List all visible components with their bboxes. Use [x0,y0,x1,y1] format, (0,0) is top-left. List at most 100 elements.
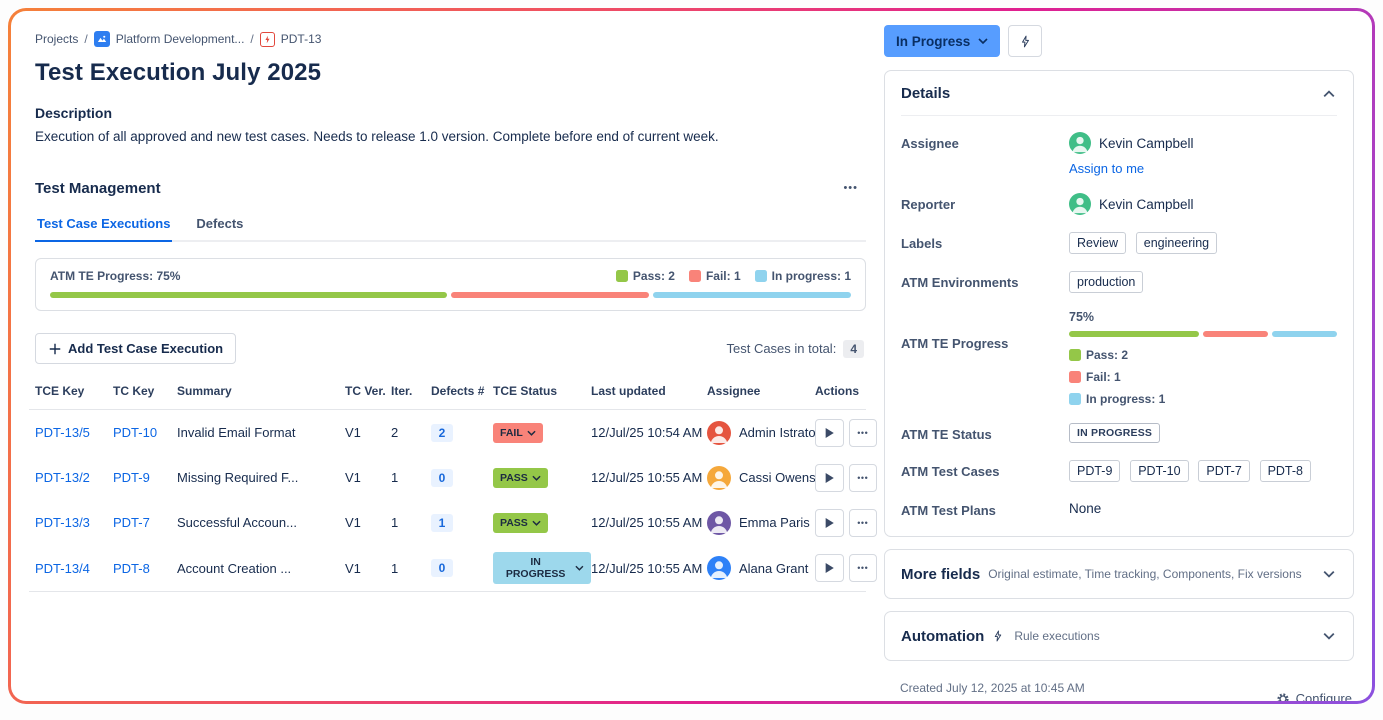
test-case-chip[interactable]: PDT-8 [1260,460,1311,482]
more-fields-panel[interactable]: More fields Original estimate, Time trac… [884,549,1354,599]
col-tce-status: TCE Status [493,384,591,398]
row-more-button[interactable]: ••• [849,509,878,537]
automation-bolt-button[interactable] [1008,25,1042,57]
breadcrumb: Projects / Platform Development... / PDT… [35,31,866,47]
more-fields-summary: Original estimate, Time tracking, Compon… [988,567,1313,581]
summary-cell: Successful Accoun... [177,515,345,530]
defects-count-badge[interactable]: 0 [431,469,453,487]
automation-summary: Rule executions [1014,629,1313,643]
test-management-more-button[interactable]: ••• [837,178,864,198]
tc-key-link[interactable]: PDT-9 [113,470,177,485]
test-case-chip[interactable]: PDT-10 [1130,460,1188,482]
chevron-down-icon [532,475,541,481]
row-more-button[interactable]: ••• [849,464,878,492]
automation-panel[interactable]: Automation Rule executions [884,611,1354,661]
run-test-button[interactable] [815,419,844,447]
issue-status-dropdown[interactable]: In Progress [884,25,1000,57]
details-panel: Details Assignee Kevin Campbell Assign t… [884,70,1354,537]
last-updated-cell: 12/Jul/25 10:54 AM [591,425,707,440]
breadcrumb-project-link[interactable]: Platform Development... [116,32,245,46]
environments-field-label: ATM Environments [901,271,1069,293]
breadcrumb-projects-link[interactable]: Projects [35,32,78,46]
assignee-name: Alana Grant [739,561,808,576]
tce-key-link[interactable]: PDT-13/4 [35,561,113,576]
labels-field-label: Labels [901,232,1069,254]
label-chip[interactable]: Review [1069,232,1126,254]
legend-pass: Pass: 2 [1086,348,1128,362]
last-updated-cell: 12/Jul/25 10:55 AM [591,515,707,530]
run-test-button[interactable] [815,509,844,537]
avatar [707,421,731,445]
tc-ver-cell: V1 [345,515,391,530]
progress-segment-inprogress [1272,331,1337,337]
plus-icon [48,342,62,356]
tce-status-dropdown[interactable]: FAIL [493,423,543,443]
assignee-name: Admin Istrator [739,425,815,440]
details-progress-bar [1069,331,1337,337]
row-more-button[interactable]: ••• [849,419,878,447]
tc-key-link[interactable]: PDT-8 [113,561,177,576]
tc-key-link[interactable]: PDT-7 [113,515,177,530]
label-chip[interactable]: engineering [1136,232,1217,254]
defects-count-badge[interactable]: 2 [431,424,453,442]
issue-page: Projects / Platform Development... / PDT… [11,11,1372,701]
test-execution-type-icon [260,32,275,47]
chevron-down-icon [978,38,988,44]
progress-segment-pass [50,292,447,298]
project-avatar-icon [94,31,110,47]
progress-segment-inprogress [653,292,851,298]
assignee-field-label: Assignee [901,132,1069,176]
breadcrumb-separator: / [84,32,87,46]
breadcrumb-issue-link[interactable]: PDT-13 [281,32,322,46]
tce-status-dropdown[interactable]: PASS [493,513,548,533]
configure-button[interactable]: Configure [1276,691,1352,701]
progress-segment-fail [451,292,649,298]
col-tc-ver: TC Ver. [345,384,391,398]
progress-segment-fail [1203,331,1268,337]
te-progress-bar [50,292,851,298]
run-test-button[interactable] [815,464,844,492]
table-row: PDT-13/2 PDT-9 Missing Required F... V1 … [29,455,866,500]
test-case-chip[interactable]: PDT-7 [1198,460,1249,482]
progress-segment-pass [1069,331,1199,337]
legend-fail: Fail: 1 [706,269,741,283]
iter-cell: 1 [391,515,431,530]
environment-chip[interactable]: production [1069,271,1143,293]
defects-count-badge[interactable]: 1 [431,514,453,532]
reporter-field-label: Reporter [901,193,1069,215]
tce-status-dropdown[interactable]: IN PROGRESS [493,552,591,584]
updated-timestamp: Updated July 12, 2025 at 1:10 PM [900,699,1085,701]
main-column: Projects / Platform Development... / PDT… [29,25,866,687]
gradient-frame: Projects / Platform Development... / PDT… [8,8,1375,704]
test-case-chip[interactable]: PDT-9 [1069,460,1120,482]
te-progress-label: ATM TE Progress: 75% [50,269,180,283]
tce-key-link[interactable]: PDT-13/3 [35,515,113,530]
tab-test-case-executions[interactable]: Test Case Executions [35,216,172,242]
defects-count-badge[interactable]: 0 [431,559,453,577]
col-actions: Actions [815,384,877,398]
details-collapse-button[interactable] [1321,84,1337,103]
te-status-field-label: ATM TE Status [901,423,1069,443]
chevron-up-icon [1323,90,1335,98]
chevron-down-icon [1323,632,1335,640]
tce-status-dropdown[interactable]: PASS [493,468,548,488]
description-text: Execution of all approved and new test c… [35,129,866,144]
tce-key-link[interactable]: PDT-13/2 [35,470,113,485]
table-row: PDT-13/4 PDT-8 Account Creation ... V1 1… [29,545,866,592]
tab-defects[interactable]: Defects [194,216,245,242]
assign-to-me-link[interactable]: Assign to me [1069,161,1144,176]
more-fields-expand-button[interactable] [1321,563,1337,585]
tce-key-link[interactable]: PDT-13/5 [35,425,113,440]
inprogress-swatch-icon [755,270,767,282]
avatar [1069,132,1091,154]
row-more-button[interactable]: ••• [849,554,878,582]
col-tce-key: TCE Key [35,384,113,398]
add-test-case-execution-button[interactable]: Add Test Case Execution [35,333,236,364]
run-test-button[interactable] [815,554,844,582]
lightning-icon [1019,34,1032,49]
automation-expand-button[interactable] [1321,625,1337,647]
tc-key-link[interactable]: PDT-10 [113,425,177,440]
test-plans-value: None [1069,501,1101,516]
automation-heading: Automation [901,628,984,645]
description-heading: Description [35,105,866,121]
